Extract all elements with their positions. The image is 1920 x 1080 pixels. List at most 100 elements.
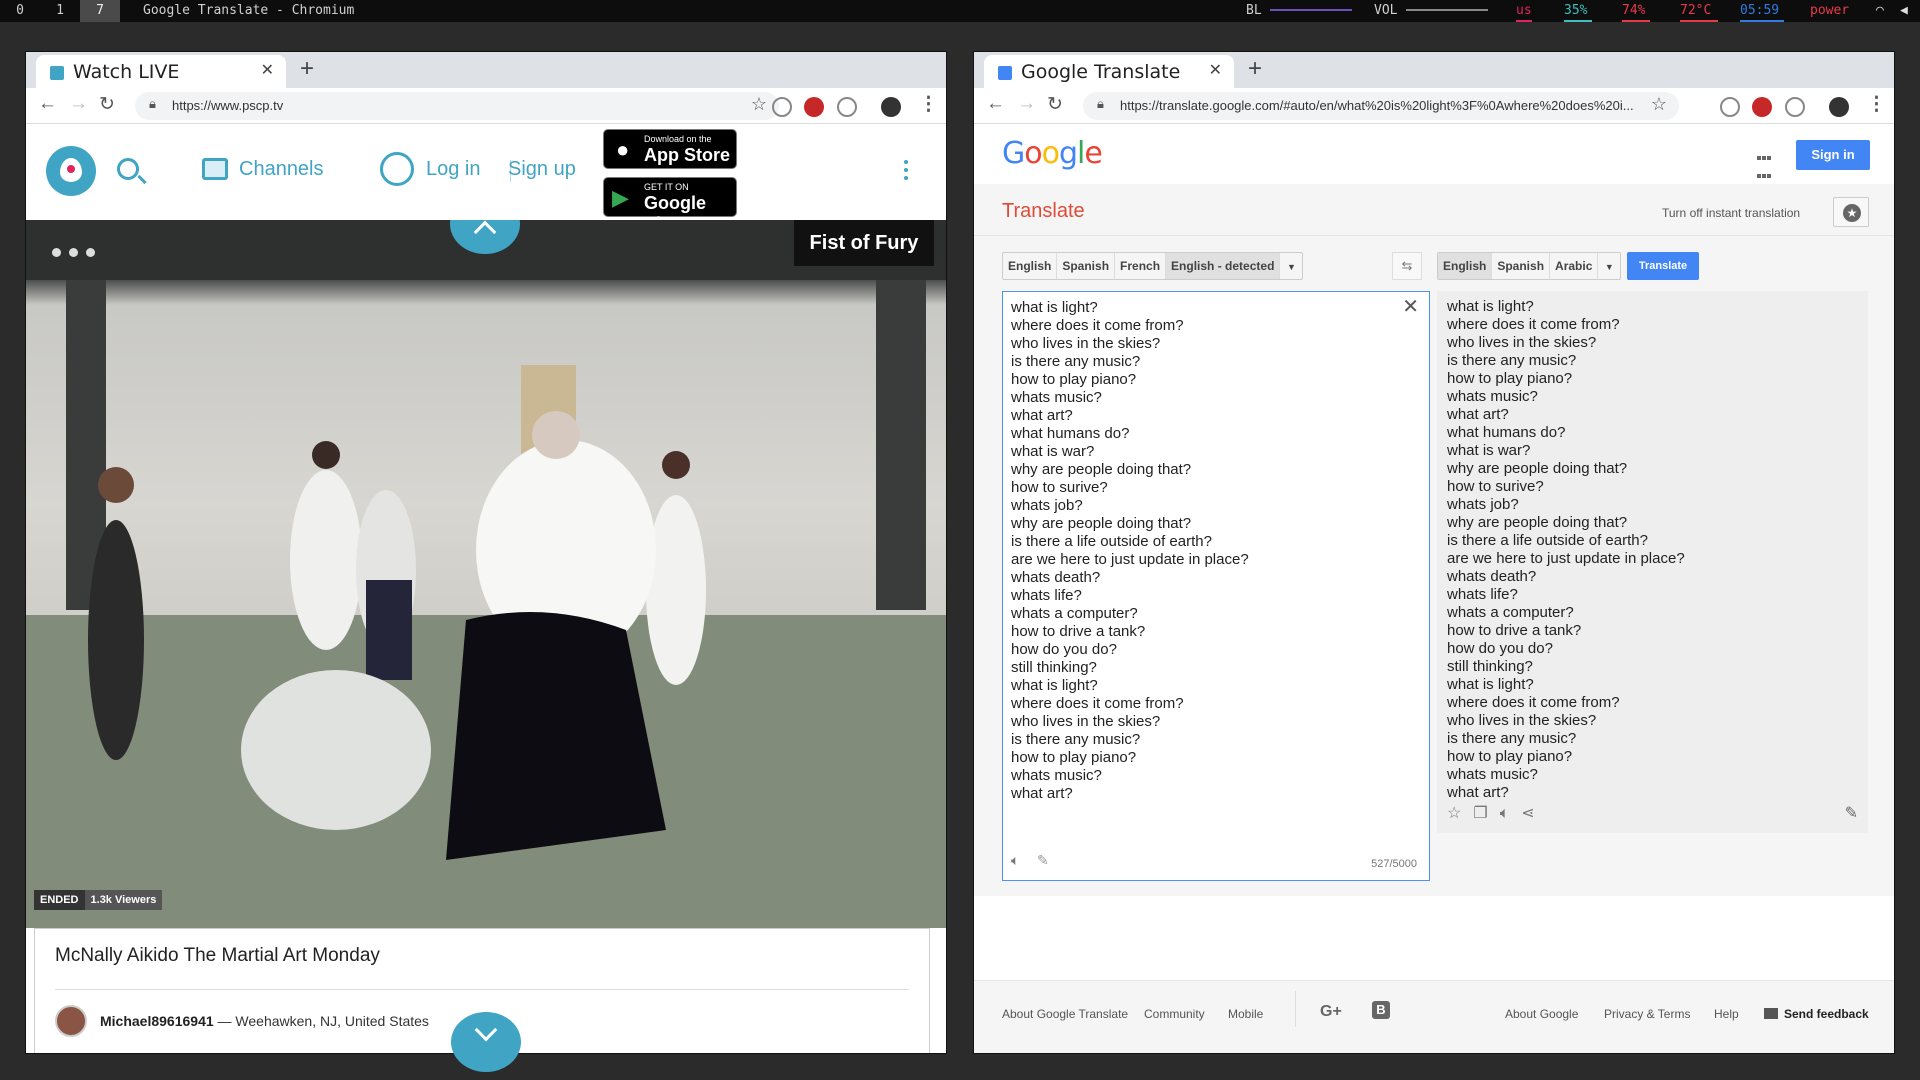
tab-strip: Watch LIVE ✕ +	[26, 52, 946, 88]
profile-icon[interactable]	[881, 97, 901, 117]
address-bar[interactable]: 🔒︎ https://www.pscp.tv ☆	[135, 92, 779, 120]
forward-icon[interactable]: →	[69, 93, 88, 115]
apps-grid-icon[interactable]	[1757, 148, 1773, 196]
adblock-icon[interactable]	[804, 97, 824, 117]
tab-google-translate[interactable]: Google Translate ✕	[984, 55, 1234, 88]
speaker-icon[interactable]: ◀	[1900, 0, 1908, 22]
close-tab-icon[interactable]: ✕	[261, 60, 274, 80]
close-tab-icon[interactable]: ✕	[1209, 60, 1222, 80]
google-play-badge[interactable]: ▶ GET IT ON Google Play	[603, 177, 737, 234]
tab-title: Watch LIVE	[73, 61, 180, 83]
listen-translation-icon[interactable]: 🔈︎	[1500, 805, 1510, 822]
video-options-dots-icon[interactable]	[52, 244, 103, 262]
backlight-bar	[1270, 9, 1352, 11]
extension-off-icon-2[interactable]	[1785, 97, 1805, 117]
send-feedback-link[interactable]: Send feedback	[1764, 1007, 1869, 1021]
power-label[interactable]: power	[1810, 0, 1849, 22]
source-text-input[interactable]: what is light? where does it come from? …	[1002, 291, 1430, 881]
listen-source-icon[interactable]: 🔈︎	[1011, 852, 1019, 869]
source-lang-detected[interactable]: English - detected	[1166, 253, 1281, 279]
google-logo[interactable]: Google	[1002, 136, 1103, 171]
channels-tv-icon[interactable]	[202, 158, 228, 180]
blogger-icon[interactable]: B	[1372, 1001, 1390, 1019]
broadcaster-avatar[interactable]	[55, 1005, 87, 1037]
back-icon[interactable]: ←	[38, 93, 57, 115]
clear-text-icon[interactable]: ✕	[1402, 294, 1419, 319]
more-menu-icon[interactable]	[904, 160, 908, 184]
source-lang-dropdown-icon[interactable]: ▼	[1280, 254, 1302, 280]
reload-icon[interactable]: ↻	[99, 93, 115, 116]
user-avatar-icon[interactable]	[380, 152, 414, 186]
swap-languages-icon[interactable]: ⇆	[1392, 252, 1422, 280]
channels-link[interactable]: Channels	[239, 158, 324, 181]
copy-icon[interactable]: ❐	[1473, 805, 1487, 822]
apple-logo-icon: ●	[616, 137, 630, 162]
adblock-icon[interactable]	[1752, 97, 1772, 117]
handwriting-icon[interactable]: ✎	[1037, 852, 1049, 869]
extension-off-icon[interactable]	[1720, 97, 1740, 117]
app-store-badge[interactable]: ● Download on the App Store	[603, 129, 737, 169]
signup-link[interactable]: Sign up	[508, 158, 576, 181]
tab-watch-live[interactable]: Watch LIVE ✕	[36, 55, 286, 88]
language-bar: English Spanish French English - detected ▼ …	[974, 236, 1894, 290]
extension-off-icon-2[interactable]	[837, 97, 857, 117]
periscope-logo-icon[interactable]	[46, 146, 96, 196]
page-content: Channels Log in Sign up ● Download on th…	[26, 124, 946, 1053]
profile-icon[interactable]	[1829, 97, 1849, 117]
video-frame-scene	[26, 220, 946, 928]
memory-usage: 74%	[1622, 0, 1650, 22]
bookmark-star-icon[interactable]: ☆	[1651, 94, 1667, 115]
workspace-0[interactable]: 0	[0, 0, 40, 22]
reload-icon[interactable]: ↻	[1047, 93, 1063, 116]
instant-translation-toggle[interactable]: Turn off instant translation	[1662, 206, 1800, 220]
browser-toolbar: ← → ↻ 🔒︎ https://www.pscp.tv ☆ ⋮	[26, 88, 946, 124]
translated-text: what is light? where does it come from? …	[1447, 298, 1685, 801]
workspace-7[interactable]: 7	[80, 0, 120, 22]
phrasebook-button[interactable]: ★	[1833, 197, 1869, 227]
clock: 05:59	[1740, 0, 1784, 22]
bookmark-star-icon[interactable]: ☆	[751, 94, 767, 115]
url-text[interactable]: https://translate.google.com/#auto/en/wh…	[1120, 98, 1642, 113]
source-lang-french[interactable]: French	[1115, 253, 1167, 279]
target-lang-arabic[interactable]: Arabic	[1550, 253, 1599, 279]
search-icon[interactable]	[117, 158, 139, 180]
sign-in-button[interactable]: Sign in	[1796, 140, 1870, 170]
about-google-link[interactable]: About Google	[1505, 1007, 1578, 1021]
target-lang-spanish[interactable]: Spanish	[1492, 253, 1551, 279]
translate-button[interactable]: Translate	[1627, 252, 1699, 280]
broadcast-status-badge: ENDED 1.3k Viewers	[34, 890, 163, 910]
new-tab-icon[interactable]: +	[300, 55, 314, 83]
google-header: Google Sign in	[974, 124, 1894, 196]
back-icon[interactable]: ←	[986, 93, 1005, 115]
url-text[interactable]: https://www.pscp.tv	[172, 98, 283, 113]
about-translate-link[interactable]: About Google Translate	[1002, 1007, 1128, 1021]
menu-icon[interactable]: ⋮	[1867, 93, 1886, 116]
suggest-edit-icon[interactable]: ✎	[1845, 803, 1858, 823]
wifi-icon[interactable]: ◠	[1876, 0, 1884, 22]
translate-heading: Translate	[1002, 200, 1085, 222]
mobile-link[interactable]: Mobile	[1228, 1007, 1263, 1021]
extension-off-icon[interactable]	[772, 97, 792, 117]
video-player[interactable]: Fist of Fury ENDED 1.3k Viewers	[26, 220, 946, 928]
save-star-icon[interactable]: ☆	[1447, 805, 1461, 822]
workspace-1[interactable]: 1	[40, 0, 80, 22]
community-link[interactable]: Community	[1144, 1007, 1205, 1021]
login-link[interactable]: Log in	[426, 158, 481, 181]
privacy-terms-link[interactable]: Privacy & Terms	[1604, 1007, 1690, 1021]
menu-icon[interactable]: ⋮	[919, 93, 938, 116]
google-plus-icon[interactable]: G+	[1320, 1003, 1342, 1021]
broadcaster-username[interactable]: Michael89616941	[100, 1013, 214, 1029]
source-text[interactable]: what is light? where does it come from? …	[1011, 299, 1249, 803]
help-link[interactable]: Help	[1714, 1007, 1739, 1021]
forward-icon[interactable]: →	[1017, 93, 1036, 115]
share-icon[interactable]: ⋖	[1521, 805, 1534, 822]
target-lang-english[interactable]: English	[1438, 253, 1493, 279]
source-lang-english[interactable]: English	[1003, 253, 1058, 279]
new-tab-icon[interactable]: +	[1248, 55, 1262, 83]
source-lang-spanish[interactable]: Spanish	[1057, 253, 1116, 279]
scroll-down-arrow-icon[interactable]	[451, 1012, 521, 1072]
volume-bar	[1406, 9, 1488, 11]
target-lang-dropdown-icon[interactable]: ▼	[1598, 254, 1620, 280]
character-count: 527/5000	[1371, 858, 1417, 870]
address-bar[interactable]: 🔒︎ https://translate.google.com/#auto/en…	[1083, 92, 1679, 120]
